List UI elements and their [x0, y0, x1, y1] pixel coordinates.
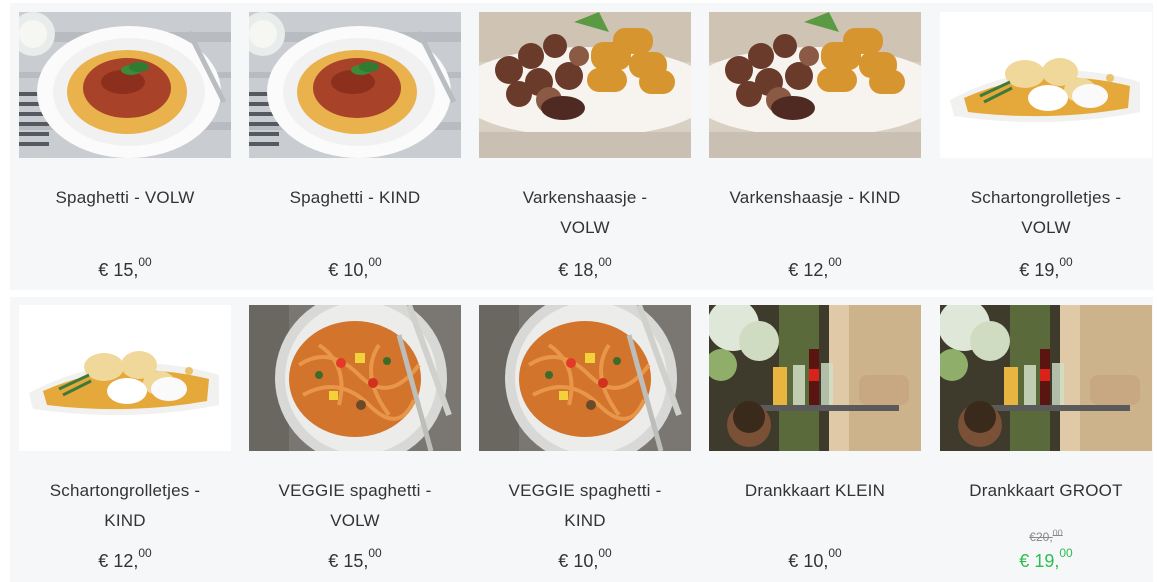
price-cents: 00: [138, 255, 152, 269]
product-name[interactable]: Spaghetti - KIND: [249, 183, 461, 213]
old-price-whole: 20,: [1035, 530, 1053, 544]
price-whole: 19,: [1034, 551, 1060, 571]
price-whole: 19,: [1034, 260, 1060, 280]
price-cents: 00: [598, 546, 612, 560]
product-name[interactable]: Drankkaart GROOT: [940, 476, 1152, 506]
currency-symbol: €: [328, 260, 339, 280]
price-whole: 15,: [113, 260, 139, 280]
product-image[interactable]: [19, 305, 231, 451]
currency-symbol: €: [558, 260, 569, 280]
product-price: € 10,00: [709, 546, 921, 572]
product-price: € 10,00: [479, 546, 691, 572]
price-cents: 00: [1059, 546, 1073, 560]
price-cents: 00: [598, 255, 612, 269]
product-image[interactable]: [249, 305, 461, 451]
product-image[interactable]: [940, 305, 1152, 451]
product-price: € 12,00: [709, 255, 921, 281]
product-price: € 15,00: [19, 255, 231, 281]
currency-symbol: €: [1029, 530, 1036, 544]
product-image[interactable]: [940, 12, 1152, 158]
product-price: € 12,00: [19, 546, 231, 572]
currency-symbol: €: [558, 551, 569, 571]
price-cents: 00: [1059, 255, 1073, 269]
product-image[interactable]: [249, 12, 461, 158]
currency-symbol: €: [788, 260, 799, 280]
currency-symbol: €: [98, 551, 109, 571]
product-grid: Spaghetti - VOLW € 15,00 Spaghetti - KIN…: [0, 0, 1157, 582]
currency-symbol: €: [1019, 260, 1030, 280]
product-image[interactable]: [479, 305, 691, 451]
product-name[interactable]: Spaghetti - VOLW: [19, 183, 231, 213]
currency-symbol: €: [98, 260, 109, 280]
product-price: € 10,00: [249, 255, 461, 281]
currency-symbol: €: [328, 551, 339, 571]
product-name[interactable]: Drankkaart KLEIN: [709, 476, 921, 506]
price-whole: 12,: [113, 551, 139, 571]
sale-price: € 19,00: [940, 546, 1152, 572]
product-name[interactable]: Schartongrolletjes - VOLW: [956, 183, 1136, 243]
price-cents: 00: [828, 255, 842, 269]
product-price: € 15,00: [249, 546, 461, 572]
product-image[interactable]: [709, 12, 921, 158]
currency-symbol: €: [788, 551, 799, 571]
product-name[interactable]: Varkenshaasje - VOLW: [515, 183, 655, 243]
product-image[interactable]: [479, 12, 691, 158]
product-name[interactable]: Schartongrolletjes - KIND: [35, 476, 215, 536]
product-image[interactable]: [709, 305, 921, 451]
product-image[interactable]: [19, 12, 231, 158]
product-name[interactable]: Varkenshaasje - KIND: [709, 183, 921, 213]
price-whole: 15,: [343, 551, 369, 571]
price-cents: 00: [828, 546, 842, 560]
product-name[interactable]: VEGGIE spaghetti - KIND: [495, 476, 675, 536]
price-whole: 18,: [573, 260, 599, 280]
product-price: € 18,00: [479, 255, 691, 281]
product-price: € 19,00: [940, 255, 1152, 281]
price-whole: 10,: [343, 260, 369, 280]
old-price: €20,00: [940, 528, 1152, 544]
price-whole: 12,: [803, 260, 829, 280]
product-name[interactable]: VEGGIE spaghetti - VOLW: [265, 476, 445, 536]
currency-symbol: €: [1019, 551, 1030, 571]
price-cents: 00: [368, 255, 382, 269]
price-whole: 10,: [573, 551, 599, 571]
price-cents: 00: [368, 546, 382, 560]
old-price-cents: 00: [1052, 528, 1063, 538]
price-cents: 00: [138, 546, 152, 560]
price-whole: 10,: [803, 551, 829, 571]
